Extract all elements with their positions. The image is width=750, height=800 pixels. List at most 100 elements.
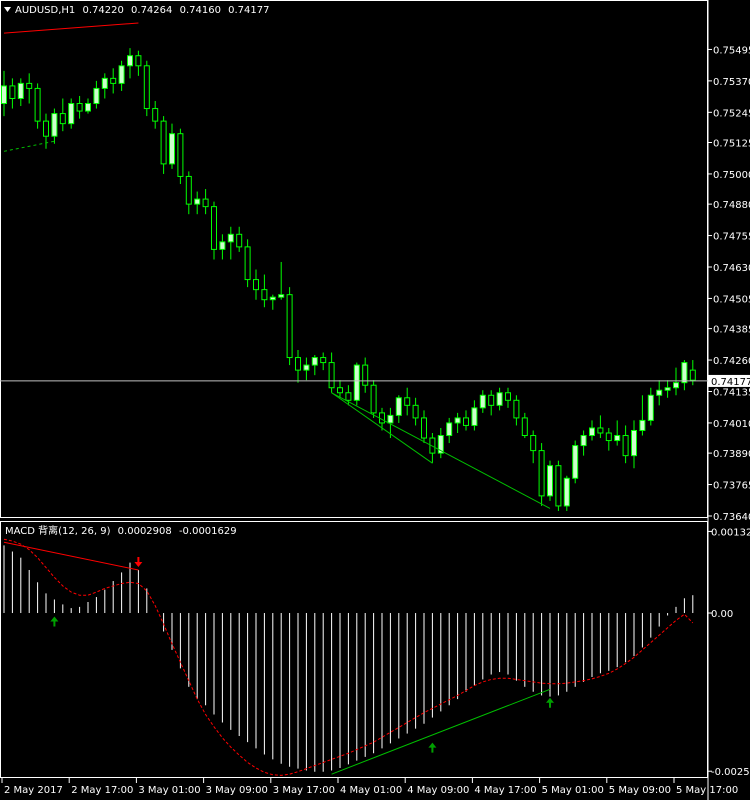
candle-body bbox=[589, 427, 595, 437]
candle-body bbox=[353, 364, 360, 401]
time-tick-label: 5 May 01:00 bbox=[542, 785, 604, 796]
candle-body bbox=[261, 289, 268, 301]
candle-body bbox=[656, 389, 663, 396]
candle-body bbox=[622, 435, 629, 457]
candle-body bbox=[580, 435, 587, 447]
symbol-label: AUDUSD,H1 bbox=[15, 5, 75, 16]
triangle-down-icon[interactable] bbox=[4, 7, 11, 12]
arrow-up-icon bbox=[546, 697, 554, 708]
candlestick-plot bbox=[1, 48, 696, 511]
candle-body bbox=[236, 233, 243, 248]
price-tick-label: 0.75000 bbox=[713, 170, 750, 181]
time-tick-label: 2 May 17:00 bbox=[71, 785, 133, 796]
time-tick-label: 5 May 09:00 bbox=[609, 785, 671, 796]
candle-body bbox=[379, 412, 385, 424]
candle-body bbox=[227, 233, 234, 243]
candle-body bbox=[614, 435, 621, 442]
time-tick-label: 3 May 09:00 bbox=[206, 785, 268, 796]
candle-body bbox=[463, 417, 469, 426]
open-value: 0.74220 bbox=[82, 5, 123, 16]
candle-body bbox=[76, 103, 83, 112]
candle-body bbox=[505, 392, 511, 401]
arrow-up-icon bbox=[428, 742, 437, 753]
candle-body bbox=[34, 87, 41, 122]
candle-body bbox=[9, 85, 16, 99]
candle-body bbox=[689, 369, 696, 381]
candle-body bbox=[639, 419, 646, 431]
price-trendline bbox=[3, 140, 55, 152]
candle-body bbox=[219, 241, 226, 250]
price-tick-label: 0.74630 bbox=[713, 263, 750, 274]
candle-body bbox=[17, 82, 24, 99]
candle-body bbox=[85, 103, 91, 112]
macd-tick-label: -0.002572 bbox=[711, 767, 750, 778]
price-tick-label: 0.73765 bbox=[713, 481, 750, 492]
trading-chart[interactable]: 0.75495 0.75370 0.75245 0.75125 0.75000 0.748… bbox=[0, 0, 750, 800]
candle-body bbox=[496, 392, 503, 406]
candle-body bbox=[446, 422, 453, 437]
candle-body bbox=[555, 465, 562, 507]
candle-body bbox=[513, 399, 520, 419]
arrow-down-icon bbox=[134, 557, 143, 568]
candle-body bbox=[387, 414, 394, 424]
macd-value-1: 0.0002908 bbox=[118, 526, 172, 537]
candle-body bbox=[412, 404, 419, 419]
candle-body bbox=[185, 175, 192, 205]
time-tick-label: 4 May 01:00 bbox=[340, 785, 402, 796]
price-tick-label: 0.73640 bbox=[713, 512, 750, 523]
candle-body bbox=[101, 77, 108, 89]
candle-body bbox=[345, 392, 352, 401]
candle-body bbox=[664, 387, 671, 391]
candle-body bbox=[673, 382, 679, 389]
candle-body bbox=[404, 397, 411, 406]
candle-body bbox=[370, 384, 377, 414]
macd-trendlines bbox=[3, 541, 551, 775]
candle-body bbox=[143, 65, 150, 110]
macd-trendline bbox=[3, 541, 139, 571]
price-tick-label: 0.74260 bbox=[713, 356, 750, 367]
macd-axis: 0.001327 0.00 -0.002572 bbox=[708, 527, 750, 778]
price-tick-label: 0.75495 bbox=[713, 45, 750, 56]
divergence-arrows bbox=[50, 557, 554, 753]
candle-body bbox=[295, 357, 301, 371]
candle-body bbox=[605, 432, 612, 442]
price-trendline bbox=[331, 392, 433, 464]
macd-name: MACD 背离(12, 26, 9) bbox=[5, 524, 111, 537]
candle-body bbox=[110, 77, 117, 84]
candle-body bbox=[681, 362, 688, 384]
candle-body bbox=[127, 55, 133, 67]
candle-body bbox=[530, 435, 537, 452]
candle-body bbox=[572, 445, 579, 479]
candle-body bbox=[59, 113, 66, 125]
candle-body bbox=[647, 394, 654, 421]
high-value: 0.74264 bbox=[131, 5, 172, 16]
candle-body bbox=[395, 397, 402, 416]
macd-panel-frame bbox=[0, 521, 708, 778]
time-axis: 2 May 2017 2 May 17:00 3 May 01:00 3 May 09… bbox=[1, 778, 738, 796]
candle-body bbox=[68, 103, 75, 125]
candle-body bbox=[362, 364, 369, 386]
macd-tick-label: 0.00 bbox=[711, 609, 733, 620]
price-tick-label: 0.75370 bbox=[713, 77, 750, 88]
price-tick-label: 0.74755 bbox=[713, 232, 750, 243]
candle-body bbox=[303, 364, 310, 371]
macd-value-2: -0.0001629 bbox=[179, 526, 237, 537]
candle-body bbox=[269, 296, 276, 301]
candle-body bbox=[51, 113, 58, 137]
candle-body bbox=[118, 65, 125, 84]
price-tick-label: 0.73890 bbox=[713, 449, 750, 460]
candle-body bbox=[26, 82, 33, 89]
candle-body bbox=[563, 477, 570, 507]
candle-body bbox=[471, 407, 478, 426]
candle-body bbox=[538, 450, 545, 497]
arrow-up-icon bbox=[50, 616, 59, 627]
candle-body bbox=[547, 465, 553, 497]
candle-body bbox=[479, 394, 486, 409]
candle-body bbox=[169, 133, 175, 165]
price-tick-label: 0.74385 bbox=[713, 325, 750, 336]
candle-body bbox=[631, 429, 637, 457]
candle-body bbox=[253, 279, 259, 291]
time-tick-label: 3 May 17:00 bbox=[273, 785, 335, 796]
price-trendlines bbox=[3, 22, 551, 509]
price-axis: 0.75495 0.75370 0.75245 0.75125 0.75000 0.748… bbox=[708, 45, 750, 523]
